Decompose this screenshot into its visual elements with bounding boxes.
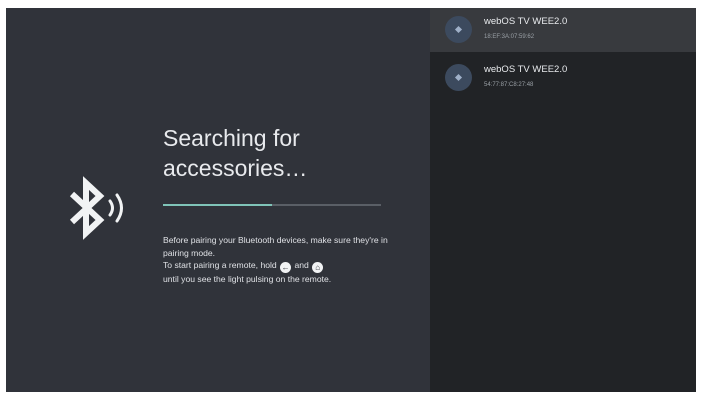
search-progress-fill	[163, 204, 272, 206]
instruction-hold-text: To start pairing a remote, hold	[163, 260, 277, 270]
device-name: webOS TV WEE2.0	[484, 16, 568, 27]
instruction-remote: To start pairing a remote, hold ← and ⌂ …	[163, 259, 413, 286]
instruction-pairing-mode: Before pairing your Bluetooth devices, m…	[163, 235, 388, 258]
pairing-instructions: Before pairing your Bluetooth devices, m…	[163, 234, 413, 286]
home-button-icon: ⌂	[312, 262, 324, 273]
page-title: Searching for accessories…	[163, 125, 308, 181]
bluetooth-searching-icon	[69, 176, 123, 240]
device-address: 54:77:87:C8:27:48	[484, 82, 534, 88]
device-item[interactable]: webOS TV WEE2.0 54:77:87:C8:27:48	[430, 56, 696, 100]
device-list: webOS TV WEE2.0 18:EF:3A:07:59:62 webOS …	[430, 8, 696, 392]
device-icon	[445, 64, 472, 91]
device-icon	[445, 16, 472, 43]
back-button-icon: ←	[280, 262, 292, 273]
search-progress-bar	[163, 204, 381, 206]
bluetooth-pairing-screen: Searching for accessories… Before pairin…	[6, 8, 696, 392]
device-name: webOS TV WEE2.0	[484, 64, 568, 75]
device-address: 18:EF:3A:07:59:62	[484, 34, 535, 40]
instruction-pulse-text: until you see the light pulsing on the r…	[163, 274, 332, 284]
searching-panel: Searching for accessories… Before pairin…	[6, 8, 430, 392]
device-item[interactable]: webOS TV WEE2.0 18:EF:3A:07:59:62	[430, 8, 696, 52]
instruction-and-text: and	[294, 260, 309, 270]
